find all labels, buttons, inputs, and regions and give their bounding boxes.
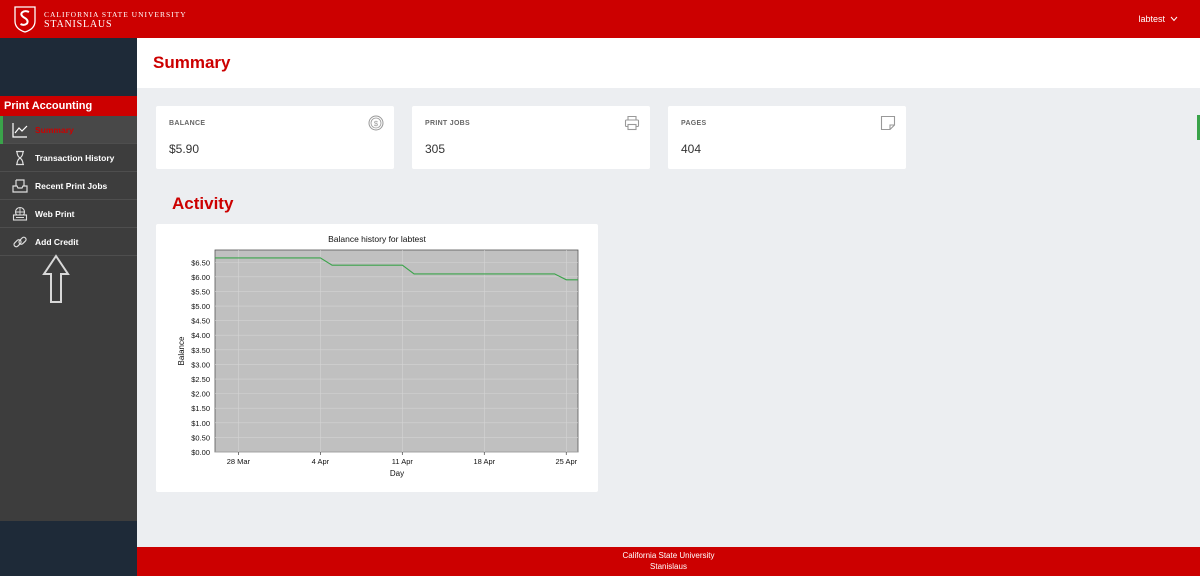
y-tick-label: $1.00 [191, 419, 210, 428]
x-tick-label: 28 Mar [227, 457, 251, 466]
card-value: 305 [425, 142, 446, 156]
sidebar-header-spacer [0, 38, 137, 96]
activity-title: Activity [172, 194, 234, 213]
balance-history-chart: Balance history for labtest $0.00 $0.50 $1… [177, 234, 579, 478]
sidebar-item-label: Transaction History [35, 152, 115, 163]
printer-globe-icon [11, 205, 28, 222]
sidebar-item-label: Summary [35, 124, 74, 135]
user-name: labtest [1138, 14, 1165, 24]
y-tick-label: $1.50 [191, 404, 210, 413]
chart-title: Balance history for labtest [328, 234, 426, 244]
activity-chart-card: Balance history for labtest $0.00 $0.50 $1… [156, 224, 598, 492]
up-arrow-icon [42, 254, 70, 303]
sidebar-item-transaction-history[interactable]: Transaction History [0, 144, 137, 172]
y-tick-label: $2.00 [191, 390, 210, 399]
y-tick-label: $6.50 [191, 258, 210, 267]
printer-icon [624, 115, 640, 131]
y-tick-label: $3.50 [191, 346, 210, 355]
footer-line1: California State University [622, 551, 715, 560]
pages-card: PAGES 404 [668, 106, 906, 169]
y-tick-label: $4.00 [191, 331, 210, 340]
top-bar: CALIFORNIA STATE UNIVERSITY STANISLAUS l… [0, 0, 1200, 38]
sidebar-item-label: Add Credit [35, 236, 79, 247]
hourglass-icon [11, 149, 28, 166]
y-tick-label: $3.00 [191, 360, 210, 369]
sidebar-footer-spacer [0, 521, 137, 576]
sidebar-item-web-print[interactable]: Web Print [0, 200, 137, 228]
card-label: PAGES [681, 120, 707, 127]
x-tick-label: 4 Apr [312, 457, 330, 466]
footer: California State University Stanislaus [137, 547, 1200, 576]
y-tick-label: $0.00 [191, 448, 210, 457]
brand-line1: CALIFORNIA STATE UNIVERSITY [44, 10, 187, 19]
card-value: 404 [681, 142, 702, 156]
x-tick-label: 25 Apr [555, 457, 577, 466]
dollar-circle-icon: $ [368, 115, 384, 131]
user-menu[interactable]: labtest [1138, 14, 1178, 24]
svg-text:$: $ [374, 119, 379, 128]
x-tick-label: 18 Apr [473, 457, 495, 466]
sidebar-item-label: Recent Print Jobs [35, 180, 108, 191]
sidebar: Print Accounting Summary Transaction His… [0, 96, 137, 521]
x-tick-label: 11 Apr [392, 457, 414, 466]
link-icon [11, 233, 28, 250]
page-icon [880, 115, 896, 131]
university-shield-logo[interactable] [14, 5, 36, 33]
brand-line2: STANISLAUS [44, 19, 113, 30]
x-axis-label: Day [390, 469, 404, 478]
inbox-tray-icon [11, 177, 28, 194]
sidebar-item-summary[interactable]: Summary [0, 116, 137, 144]
y-tick-label: $6.00 [191, 273, 210, 282]
y-tick-label: $4.50 [191, 317, 210, 326]
footer-line2: Stanislaus [650, 562, 687, 571]
sidebar-item-add-credit[interactable]: Add Credit [0, 228, 137, 256]
brand-name[interactable]: CALIFORNIA STATE UNIVERSITY STANISLAUS [44, 10, 187, 30]
y-tick-label: $5.50 [191, 287, 210, 296]
card-label: PRINT JOBS [425, 120, 471, 127]
print-jobs-card: PRINT JOBS 305 [412, 106, 650, 169]
sidebar-heading: Print Accounting [0, 96, 137, 116]
page-title: Summary [153, 53, 231, 72]
page-header: Summary [137, 38, 1200, 88]
sidebar-item-recent-print-jobs[interactable]: Recent Print Jobs [0, 172, 137, 200]
plot-area [214, 249, 579, 453]
card-value: $5.90 [169, 142, 200, 156]
y-axis-label: Balance [177, 336, 186, 365]
line-chart-icon [11, 121, 28, 138]
y-tick-label: $0.50 [191, 433, 210, 442]
y-tick-label: $2.50 [191, 375, 210, 384]
sidebar-item-label: Web Print [35, 208, 75, 219]
card-label: BALANCE [169, 120, 206, 127]
y-tick-label: $5.00 [191, 302, 210, 311]
chevron-down-icon [1170, 16, 1178, 22]
balance-card: BALANCE $5.90 $ [156, 106, 394, 169]
